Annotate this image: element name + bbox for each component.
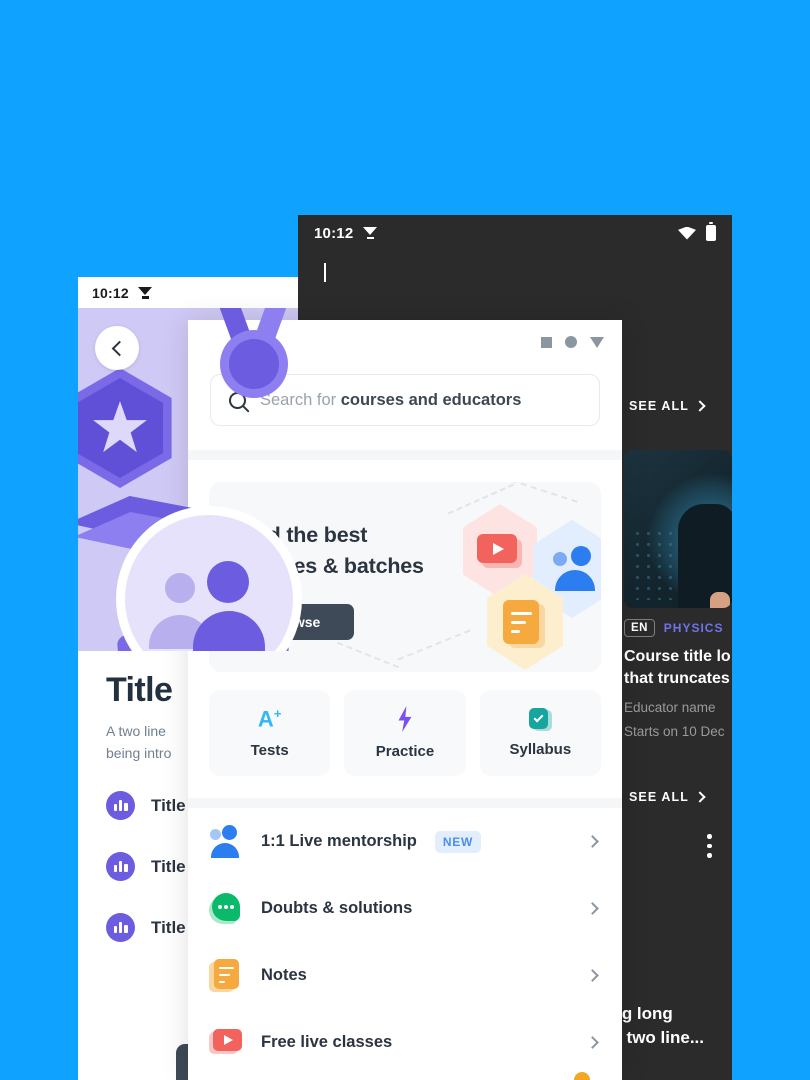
triangle-icon[interactable]: [590, 336, 604, 348]
language-badge: EN: [624, 619, 655, 637]
checkbox-icon: [529, 708, 553, 731]
circle-icon[interactable]: [565, 336, 577, 348]
menu-item-doubts[interactable]: Doubts & solutions: [209, 875, 601, 942]
menu-item-notes[interactable]: Notes: [209, 942, 601, 1009]
course-card[interactable]: EN PHYSICS Course title lo that truncate…: [624, 450, 732, 739]
chevron-right-icon: [694, 400, 706, 412]
new-badge: NEW: [434, 830, 481, 853]
see-all-button[interactable]: SEE ALL: [628, 399, 706, 413]
star-badge-icon: [78, 368, 180, 488]
cast-icon: [137, 286, 153, 299]
search-emphasis: courses and educators: [340, 390, 522, 409]
course-title-line2: that truncates: [624, 670, 730, 688]
bar-chart-icon: [106, 791, 135, 821]
dashed-line: [397, 629, 471, 661]
play-icon: [477, 534, 522, 568]
course-start-date: Starts on 10 Dec: [624, 724, 725, 740]
tile-label: Tests: [250, 741, 289, 759]
see-all-button[interactable]: SEE ALL: [628, 790, 706, 804]
wifi-icon: [678, 226, 696, 240]
tile-practice[interactable]: Practice: [344, 690, 466, 776]
back-button[interactable]: [95, 326, 139, 370]
more-vertical-icon[interactable]: [707, 834, 712, 863]
subject-label: PHYSICS: [663, 621, 724, 635]
medal-icon: [206, 308, 308, 420]
list-item-label: Title: [151, 917, 186, 937]
chevron-right-icon: [586, 969, 599, 982]
course-educator: Educator name: [624, 700, 716, 716]
course-title-line1: Course title lo: [624, 648, 731, 665]
chat-bubble-icon: [209, 892, 243, 926]
dark-back-button[interactable]: [298, 251, 732, 282]
menu-item-live-mentorship[interactable]: 1:1 Live mentorship NEW: [209, 808, 601, 875]
section-two-line2: n two line...: [611, 1027, 704, 1047]
course-meta: EN PHYSICS: [624, 619, 732, 637]
play-icon: [209, 1026, 243, 1060]
tile-tests[interactable]: A+ Tests: [209, 690, 331, 776]
battery-icon: [706, 222, 716, 241]
dashed-line: [510, 482, 578, 503]
menu-item-label: Notes: [261, 966, 307, 984]
back-chevron-icon: [324, 263, 326, 282]
a-plus-icon: A+: [257, 706, 282, 732]
section-two-text: ng long n two line...: [611, 1002, 704, 1050]
promo-notes-hex: [481, 574, 569, 670]
list-item-label: Title: [151, 795, 186, 815]
menu-item-label: Free live classes: [261, 1033, 393, 1051]
square-icon[interactable]: [541, 336, 552, 348]
chevron-right-icon: [694, 791, 706, 803]
course-thumbnail: [624, 450, 732, 608]
bar-chart-icon: [106, 913, 135, 943]
tile-label: Practice: [375, 743, 435, 760]
quick-action-tiles: A+ Tests Practice Syllabus: [188, 672, 622, 798]
menu-item-free-live-classes[interactable]: Free live classes: [209, 1009, 601, 1076]
menu-item-label: 1:1 Live mentorship: [261, 832, 417, 850]
course-title: Course title lo that truncates: [624, 646, 732, 690]
chevron-right-icon: [586, 1036, 599, 1049]
see-all-label: SEE ALL: [628, 399, 689, 413]
tile-syllabus[interactable]: Syllabus: [479, 690, 601, 776]
see-all-label: SEE ALL: [628, 790, 689, 804]
notes-icon: [503, 600, 545, 648]
notes-icon: [209, 958, 243, 993]
lightning-bolt-icon: [398, 706, 412, 732]
left-status-bar: 10:12: [78, 277, 308, 308]
menu-item-label: Doubts & solutions: [261, 899, 413, 917]
bar-chart-icon: [106, 852, 135, 882]
chevron-right-icon: [586, 902, 599, 915]
cast-icon: [363, 227, 378, 239]
people-icon: [209, 824, 243, 859]
list-item-label: Title: [151, 856, 186, 876]
search-sheet-overlay: Search for courses and educators Find th…: [188, 320, 622, 1080]
dashed-line: [337, 641, 399, 669]
chevron-right-icon: [586, 835, 599, 848]
menu-list: 1:1 Live mentorship NEW Doubts & solutio…: [188, 808, 622, 1076]
back-chevron-icon: [111, 340, 127, 356]
left-status-time: 10:12: [92, 284, 129, 301]
tile-label: Syllabus: [509, 741, 572, 758]
divider: [188, 450, 622, 460]
divider: [188, 798, 622, 808]
dark-status-bar: 10:12: [298, 215, 732, 251]
dark-status-time: 10:12: [314, 224, 354, 242]
